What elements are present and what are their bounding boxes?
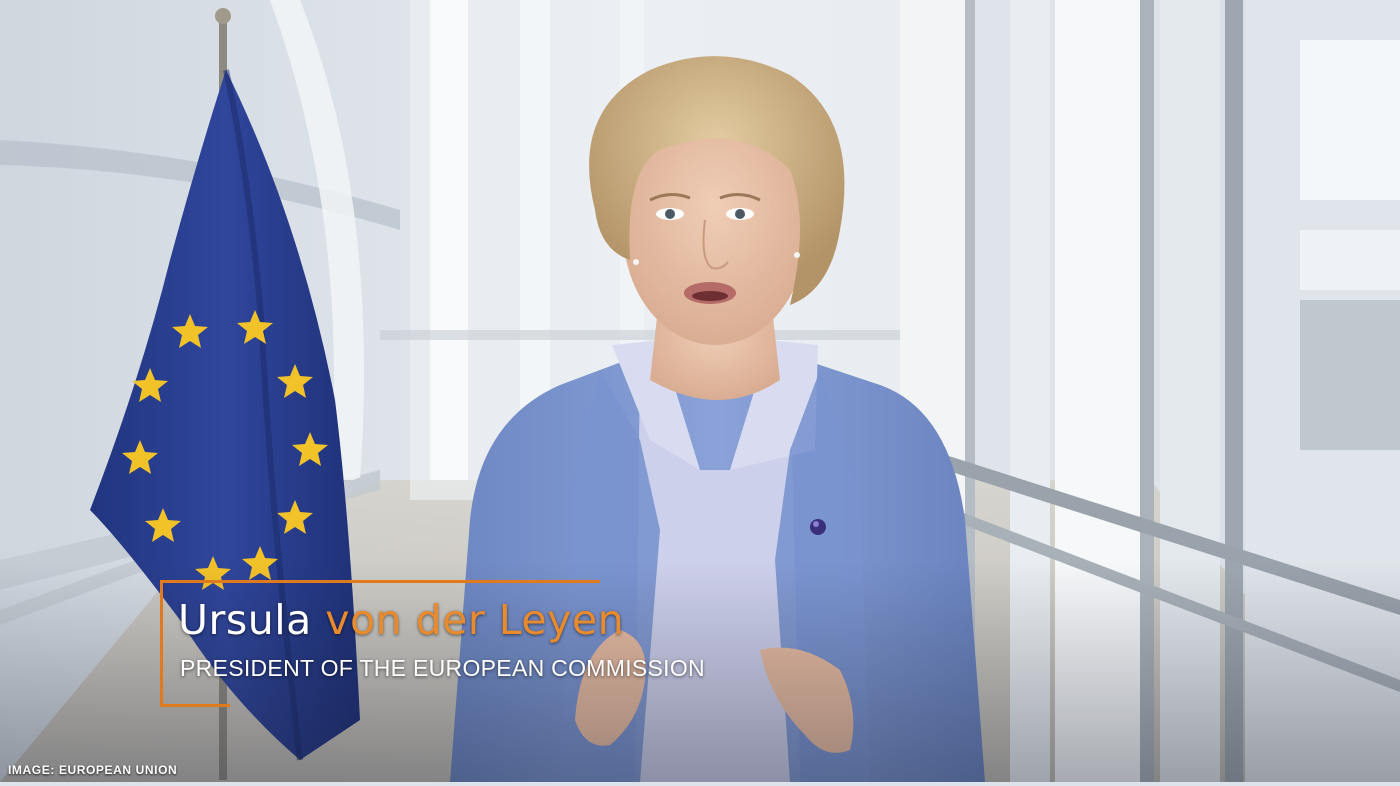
caption-frame-top bbox=[160, 580, 600, 583]
speaker-name: Ursula von der Leyen bbox=[178, 596, 624, 644]
caption-frame-bottom bbox=[160, 704, 230, 707]
caption-frame-left bbox=[160, 580, 163, 707]
speaker-role: PRESIDENT OF THE EUROPEAN COMMISSION bbox=[180, 655, 705, 681]
image-credit: IMAGE: EUROPEAN UNION bbox=[8, 763, 178, 777]
speaker-last-name: von der Leyen bbox=[325, 596, 625, 644]
name-caption: Ursula von der Leyen PRESIDENT OF THE EU… bbox=[160, 580, 705, 710]
speaker-first-name: Ursula bbox=[178, 596, 312, 644]
